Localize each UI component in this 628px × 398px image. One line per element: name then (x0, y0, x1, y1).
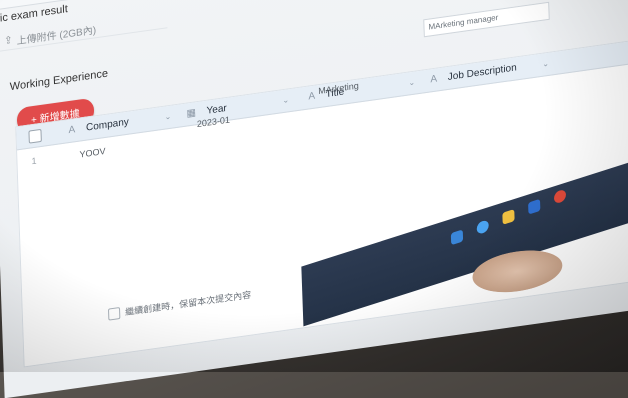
cell-year[interactable]: 2023-01 (197, 110, 231, 135)
upload-icon: ⇪ (4, 34, 13, 48)
retain-checkbox[interactable] (107, 306, 121, 321)
chevron-down-icon[interactable]: ⌄ (164, 106, 171, 129)
chevron-down-icon[interactable]: ⌄ (408, 72, 415, 95)
row-index: 1 (31, 155, 37, 167)
calendar-icon: ▦ (186, 107, 197, 120)
job-description-input[interactable]: MArketing manager (423, 1, 550, 38)
app-icon[interactable] (553, 188, 567, 205)
folder-icon[interactable] (502, 209, 515, 225)
browser-icon[interactable] (476, 219, 489, 235)
text-icon: A (68, 124, 76, 137)
text-icon: A (308, 90, 316, 103)
select-all-checkbox[interactable] (28, 128, 42, 144)
text-icon: A (430, 73, 438, 86)
form-screen: blic exam result ⇪ 上傳附件 (2GB內) Working E… (0, 0, 628, 398)
app-icon[interactable] (528, 198, 541, 215)
cell-company[interactable]: YOOV (79, 141, 106, 165)
working-experience-label: Working Experience (9, 67, 109, 94)
app-icon[interactable] (450, 229, 464, 246)
chevron-down-icon[interactable]: ⌄ (542, 53, 549, 76)
chevron-down-icon[interactable]: ⌄ (282, 89, 289, 112)
